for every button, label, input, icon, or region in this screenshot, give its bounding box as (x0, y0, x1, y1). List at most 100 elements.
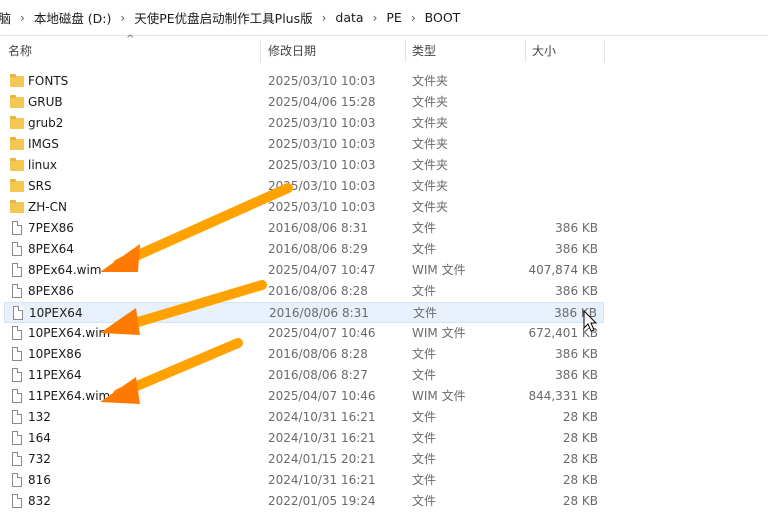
column-divider[interactable] (525, 40, 526, 62)
file-size: 844,331 KB (528, 389, 598, 403)
file-icon (12, 473, 22, 487)
file-size: 386 KB (555, 221, 598, 235)
file-date: 2016/08/06 8:28 (268, 284, 368, 298)
file-row[interactable]: 8PEX86 2016/08/06 8:28 文件 386 KB (4, 281, 604, 302)
column-name-header[interactable]: 名称 (8, 36, 32, 66)
file-row[interactable]: 732 2024/01/15 20:21 文件 28 KB (4, 449, 604, 470)
folder-icon (10, 200, 24, 213)
file-type: 文件夹 (412, 95, 449, 109)
file-row[interactable]: 8PEX64 2016/08/06 8:29 文件 386 KB (4, 239, 604, 260)
file-name: 7PEX86 (28, 221, 74, 235)
file-name: 10PEX64 (29, 306, 83, 320)
file-type: 文件夹 (412, 158, 449, 172)
file-date: 2024/01/15 20:21 (268, 452, 376, 466)
file-row[interactable]: 7PEX86 2016/08/06 8:31 文件 386 KB (4, 218, 604, 239)
file-name: 732 (28, 452, 51, 466)
folder-row[interactable]: GRUB 2025/04/06 15:28 文件夹 (4, 92, 604, 113)
column-size-header[interactable]: 大小 (532, 36, 556, 66)
file-type: 文件 (412, 494, 437, 508)
column-divider[interactable] (405, 40, 406, 62)
file-size: 28 KB (562, 494, 598, 508)
file-icon (12, 410, 22, 424)
column-divider[interactable] (260, 40, 261, 62)
file-size: 386 KB (555, 368, 598, 382)
folder-icon (10, 179, 24, 192)
file-name: GRUB (28, 95, 63, 109)
file-size: 28 KB (562, 431, 598, 445)
file-type: 文件 (412, 410, 437, 424)
folder-row[interactable]: linux 2025/03/10 10:03 文件夹 (4, 155, 604, 176)
breadcrumb-item[interactable]: 本地磁盘 (D:) (34, 8, 112, 27)
file-name: IMGS (28, 137, 59, 151)
sort-ascending-icon: ^ (126, 34, 135, 45)
file-size: 386 KB (555, 347, 598, 361)
file-date: 2016/08/06 8:28 (268, 347, 368, 361)
file-name: 832 (28, 494, 51, 508)
file-icon (12, 221, 22, 235)
file-type: 文件 (412, 431, 437, 445)
file-name: linux (28, 158, 57, 172)
folder-row[interactable]: grub2 2025/03/10 10:03 文件夹 (4, 113, 604, 134)
folder-icon (10, 116, 24, 129)
file-date: 2025/04/07 10:47 (268, 263, 376, 277)
file-row[interactable]: 164 2024/10/31 16:21 文件 28 KB (4, 428, 604, 449)
breadcrumb-separator-icon[interactable]: › (373, 11, 378, 25)
breadcrumb-separator-icon[interactable]: › (411, 11, 416, 25)
file-row[interactable]: 816 2024/10/31 16:21 文件 28 KB (4, 470, 604, 491)
file-row[interactable]: 11PEX64 2016/08/06 8:27 文件 386 KB (4, 365, 604, 386)
breadcrumb-separator-icon[interactable]: › (322, 11, 327, 25)
file-date: 2025/03/10 10:03 (268, 74, 376, 88)
file-name: grub2 (28, 116, 64, 130)
file-date: 2016/08/06 8:29 (268, 242, 368, 256)
file-icon (12, 242, 22, 256)
folder-icon (10, 74, 24, 87)
file-date: 2025/03/10 10:03 (268, 179, 376, 193)
file-date: 2016/08/06 8:31 (269, 306, 369, 320)
breadcrumb-item[interactable]: 电脑 (0, 8, 11, 27)
file-row[interactable]: 132 2024/10/31 16:21 文件 28 KB (4, 407, 604, 428)
file-date: 2024/10/31 16:21 (268, 473, 376, 487)
file-name: 164 (28, 431, 51, 445)
file-type: 文件 (412, 347, 437, 361)
folder-row[interactable]: ZH-CN 2025/03/10 10:03 文件夹 (4, 197, 604, 218)
breadcrumb-item[interactable]: BOOT (425, 10, 461, 25)
file-row[interactable]: 10PEX86 2016/08/06 8:28 文件 386 KB (4, 344, 604, 365)
file-date: 2022/01/05 19:24 (268, 494, 376, 508)
file-row[interactable]: 11PEX64.wim 2025/04/07 10:46 WIM 文件 844,331… (4, 386, 604, 407)
file-type: WIM 文件 (412, 326, 466, 340)
file-icon (12, 326, 22, 340)
breadcrumb-item[interactable]: 天使PE优盘启动制作工具Plus版 (134, 8, 312, 27)
folder-row[interactable]: IMGS 2025/03/10 10:03 文件夹 (4, 134, 604, 155)
column-date-header[interactable]: 修改日期 (268, 36, 316, 66)
breadcrumb-separator-icon[interactable]: › (120, 11, 125, 25)
file-size: 672,401 KB (528, 326, 598, 340)
address-bar[interactable]: 电脑 › 本地磁盘 (D:) › 天使PE优盘启动制作工具Plus版 › data › PE › B… (0, 0, 768, 36)
file-size: 386 KB (554, 306, 597, 320)
file-row[interactable]: 832 2022/01/05 19:24 文件 28 KB (4, 491, 604, 512)
file-name: 132 (28, 410, 51, 424)
folder-row[interactable]: FONTS 2025/03/10 10:03 文件夹 (4, 71, 604, 92)
folder-icon (10, 137, 24, 150)
file-name: 816 (28, 473, 51, 487)
file-icon (12, 263, 22, 277)
file-type: 文件夹 (412, 137, 449, 151)
breadcrumb-item[interactable]: data (335, 10, 363, 25)
breadcrumb-separator-icon[interactable]: › (20, 11, 25, 25)
column-type-header[interactable]: 类型 (412, 36, 436, 66)
file-date: 2016/08/06 8:31 (268, 221, 368, 235)
file-name: FONTS (28, 74, 69, 88)
file-type: WIM 文件 (412, 389, 466, 403)
breadcrumb-item[interactable]: PE (386, 10, 401, 25)
folder-row[interactable]: SRS 2025/03/10 10:03 文件夹 (4, 176, 604, 197)
file-size: 28 KB (562, 452, 598, 466)
file-row[interactable]: 10PEX64 2016/08/06 8:31 文件 386 KB (4, 302, 604, 323)
column-header: 名称 ^ 修改日期 类型 大小 (0, 34, 768, 66)
file-type: 文件夹 (412, 74, 449, 88)
file-type: 文件 (412, 368, 437, 382)
file-type: WIM 文件 (412, 263, 466, 277)
file-icon (12, 389, 22, 403)
folder-icon (10, 95, 24, 108)
file-row[interactable]: 8PEx64.wim 2025/04/07 10:47 WIM 文件 407,874 … (4, 260, 604, 281)
file-row[interactable]: 10PEX64.wim 2025/04/07 10:46 WIM 文件 672,401… (4, 323, 604, 344)
column-divider[interactable] (604, 40, 605, 62)
